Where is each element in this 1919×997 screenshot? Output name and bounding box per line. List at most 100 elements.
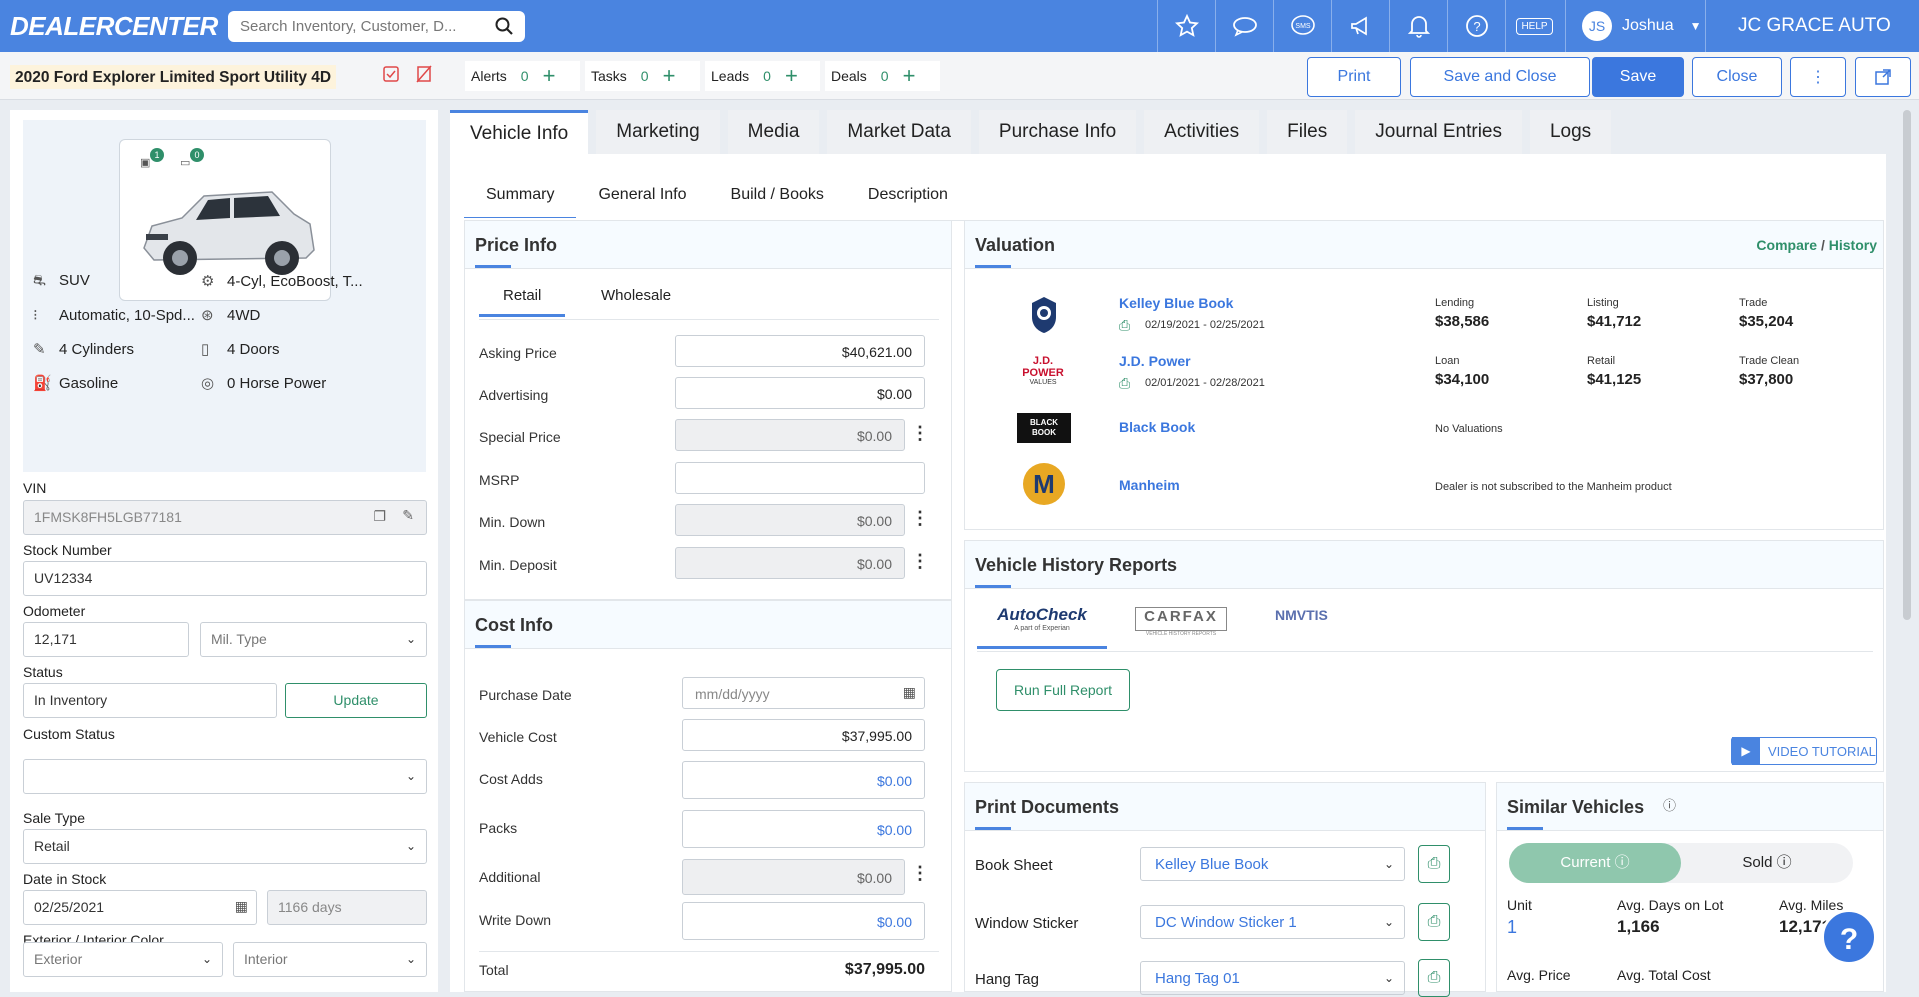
video-tutorial-button[interactable]: ▶ VIDEO TUTORIAL (1731, 737, 1877, 765)
advertising-field[interactable]: $0.00 (675, 377, 925, 409)
deals-counter[interactable]: Deals 0 + (825, 61, 940, 91)
tab-media[interactable]: Media (727, 110, 820, 154)
close-button[interactable]: Close (1692, 57, 1782, 97)
tab-logs[interactable]: Logs (1529, 110, 1612, 154)
blackbook-name[interactable]: Black Book (1119, 419, 1195, 435)
tab-purchase-info[interactable]: Purchase Info (978, 110, 1137, 154)
carfax-tab[interactable]: CARFAX (1135, 607, 1227, 631)
vertical-scrollbar[interactable] (1903, 110, 1911, 620)
custom-status-select[interactable]: ⌄ (23, 759, 427, 794)
vehicle-cost-field[interactable]: $37,995.00 (682, 719, 925, 751)
help-chat-button[interactable]: ? (1821, 909, 1877, 965)
autocheck-tab[interactable]: AutoCheck A part of Experian (977, 599, 1107, 649)
subtab-description[interactable]: Description (846, 182, 970, 220)
hang-tag-select[interactable]: Hang Tag 01 ⌄ (1140, 961, 1405, 995)
megaphone-icon[interactable] (1331, 0, 1389, 52)
kbb-name[interactable]: Kelley Blue Book (1119, 295, 1233, 311)
print-window-sticker-icon[interactable]: ⎙ (1418, 903, 1450, 941)
print-hang-tag-icon[interactable]: ⎙ (1418, 959, 1450, 997)
interior-color-select[interactable]: Interior ⌄ (233, 942, 427, 977)
status-field[interactable]: In Inventory (23, 683, 277, 718)
special-price-field[interactable]: $0.00 (675, 419, 905, 451)
dealer-name[interactable]: JC GRACE AUTO (1705, 0, 1919, 52)
exterior-placeholder: Exterior (34, 951, 83, 967)
vin-field[interactable]: 1FMSK8FH5LGB77181 ❐ ✎ (23, 500, 427, 535)
copy-icon[interactable]: ❐ (373, 508, 386, 525)
manheim-name[interactable]: Manheim (1119, 477, 1180, 493)
question-icon[interactable]: ? (1447, 0, 1505, 52)
history-link[interactable]: History (1829, 237, 1877, 253)
min-deposit-field[interactable]: $0.00 (675, 547, 905, 579)
stock-number-field[interactable]: UV12334 (23, 561, 427, 596)
min-deposit-menu-icon[interactable]: ⋮ (911, 551, 929, 572)
exterior-color-select[interactable]: Exterior ⌄ (23, 942, 223, 977)
subtab-summary[interactable]: Summary (464, 182, 577, 220)
print-icon[interactable]: ⎙ (1119, 375, 1130, 392)
add-task-icon[interactable]: + (663, 65, 676, 87)
toggle-sold[interactable]: Sold ⓘ (1681, 843, 1853, 883)
save-button[interactable]: Save (1592, 57, 1684, 97)
jdpower-name[interactable]: J.D. Power (1119, 353, 1191, 369)
help-icon[interactable]: HELP (1505, 0, 1563, 52)
alerts-counter[interactable]: Alerts 0 + (465, 61, 580, 91)
sms-icon[interactable]: SMS (1273, 0, 1331, 52)
favorites-star-icon[interactable] (1157, 0, 1215, 52)
compare-link[interactable]: Compare (1756, 237, 1817, 253)
calendar-icon[interactable]: ▦ (903, 684, 916, 701)
leads-counter[interactable]: Leads 0 + (705, 61, 820, 91)
subtab-build-books[interactable]: Build / Books (709, 182, 846, 220)
edit-pencil-icon[interactable]: ✎ (402, 507, 414, 524)
add-deal-icon[interactable]: + (903, 65, 916, 87)
run-full-report-button[interactable]: Run Full Report (996, 669, 1130, 711)
calendar-icon[interactable]: ▦ (235, 898, 248, 915)
book-sheet-select[interactable]: Kelley Blue Book ⌄ (1140, 847, 1405, 881)
tab-journal-entries[interactable]: Journal Entries (1355, 110, 1522, 154)
stat-value[interactable]: 1 (1507, 917, 1517, 938)
photo-flag-icon[interactable] (382, 65, 400, 88)
more-options-icon[interactable]: ⋮ (1790, 57, 1846, 97)
user-menu[interactable]: JS Joshua ▼ (1565, 0, 1705, 52)
tab-files[interactable]: Files (1267, 110, 1348, 154)
min-down-field[interactable]: $0.00 (675, 504, 905, 536)
add-alert-icon[interactable]: + (543, 65, 556, 87)
packs-field[interactable]: $0.00 (682, 810, 925, 848)
additional-field[interactable]: $0.00 (682, 859, 905, 895)
window-sticker-select[interactable]: DC Window Sticker 1 ⌄ (1140, 905, 1405, 939)
sale-type-select[interactable]: Retail ⌄ (23, 829, 427, 864)
mileage-type-select[interactable]: Mil. Type ⌄ (200, 622, 427, 657)
tasks-counter[interactable]: Tasks 0 + (585, 61, 700, 91)
info-icon[interactable]: ⓘ (1663, 795, 1676, 814)
date-in-stock-field[interactable]: 02/25/2021 ▦ (23, 890, 257, 925)
special-price-menu-icon[interactable]: ⋮ (911, 423, 929, 444)
tab-marketing[interactable]: Marketing (596, 110, 720, 154)
msrp-field[interactable] (675, 462, 925, 494)
purchase-date-field[interactable]: mm/dd/yyyy ▦ (682, 677, 925, 709)
search-icon[interactable] (495, 17, 513, 39)
cost-adds-field[interactable]: $0.00 (682, 761, 925, 799)
save-and-close-button[interactable]: Save and Close (1410, 57, 1590, 97)
price-tab-wholesale[interactable]: Wholesale (597, 287, 675, 304)
update-status-button[interactable]: Update (285, 683, 427, 718)
print-icon[interactable]: ⎙ (1119, 317, 1130, 334)
write-down-field[interactable]: $0.00 (682, 902, 925, 940)
additional-menu-icon[interactable]: ⋮ (911, 863, 929, 884)
open-external-icon[interactable] (1855, 57, 1911, 97)
tab-vehicle-info[interactable]: Vehicle Info (450, 110, 589, 154)
subtab-general-info[interactable]: General Info (576, 182, 708, 220)
odometer-field[interactable]: 12,171 (23, 622, 189, 657)
app-logo[interactable]: DEALERCENTER (10, 11, 218, 42)
price-tab-retail[interactable]: Retail (479, 287, 566, 317)
min-down-menu-icon[interactable]: ⋮ (911, 508, 929, 529)
toggle-current[interactable]: Current ⓘ (1509, 843, 1681, 883)
nmvtis-tab[interactable]: NMVTIS (1275, 607, 1328, 623)
tab-market-data[interactable]: Market Data (827, 110, 971, 154)
notification-bell-icon[interactable] (1389, 0, 1447, 52)
print-book-sheet-icon[interactable]: ⎙ (1418, 845, 1450, 883)
document-flag-icon[interactable] (415, 65, 433, 88)
add-lead-icon[interactable]: + (785, 65, 798, 87)
tab-activities[interactable]: Activities (1144, 110, 1260, 154)
chat-icon[interactable] (1215, 0, 1273, 52)
print-button[interactable]: Print (1307, 57, 1401, 97)
asking-price-field[interactable]: $40,621.00 (675, 335, 925, 367)
search-input[interactable]: Search Inventory, Customer, D... (228, 11, 525, 42)
